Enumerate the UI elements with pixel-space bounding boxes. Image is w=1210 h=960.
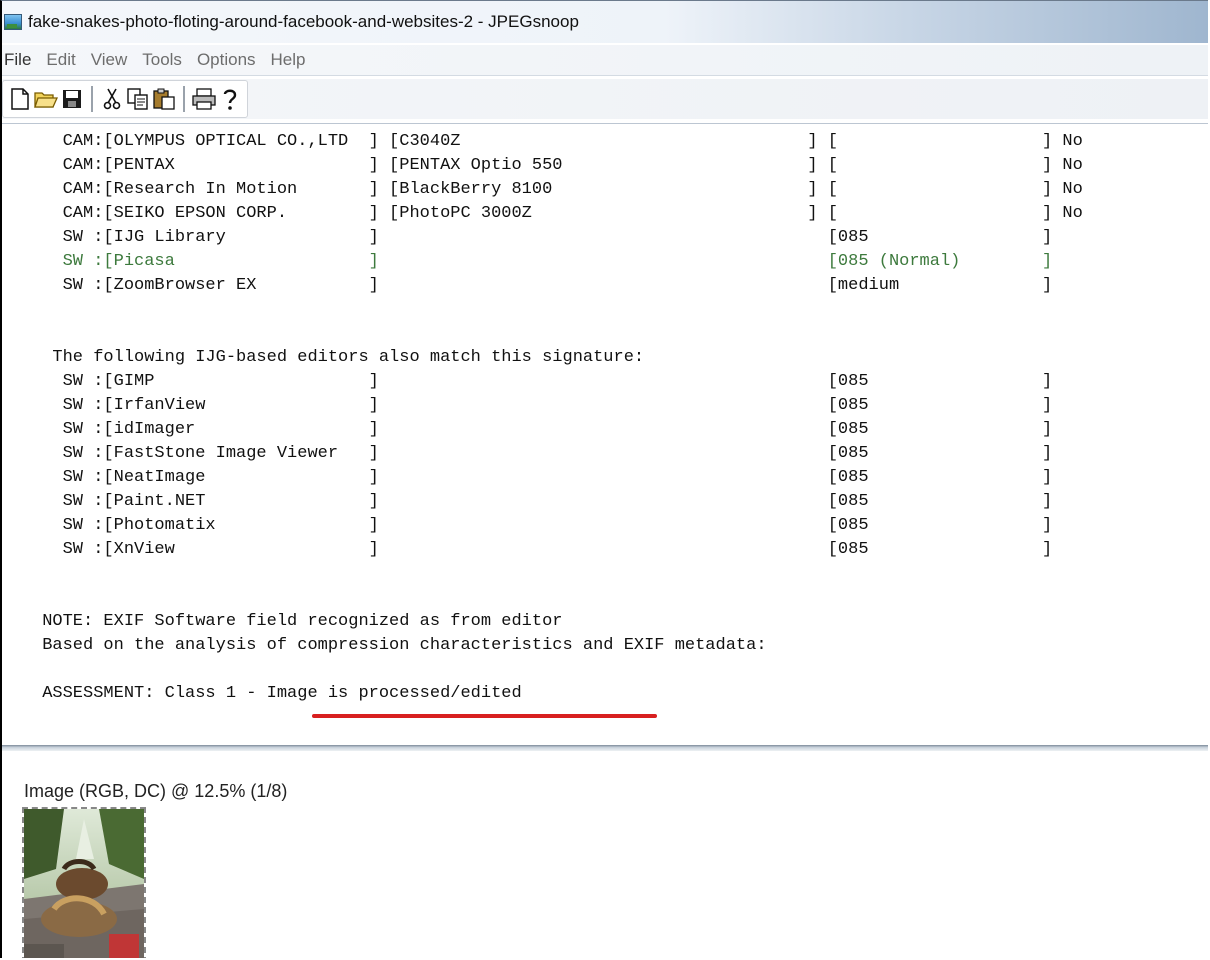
new-file-icon[interactable]: [7, 85, 33, 113]
toolbar-separator: [91, 86, 93, 112]
output-line: SW :[NeatImage ] [085 ]: [32, 468, 1053, 487]
help-icon[interactable]: [217, 85, 243, 113]
menu-options[interactable]: Options: [191, 50, 265, 70]
menu-edit[interactable]: Edit: [40, 50, 84, 70]
window-title: fake-snakes-photo-floting-around-faceboo…: [28, 12, 579, 31]
output-line: SW :[FastStone Image Viewer ] [085 ]: [32, 444, 1053, 463]
image-preview-label: Image (RGB, DC) @ 12.5% (1/8): [24, 781, 288, 801]
output-line: SW :[ZoomBrowser EX ] [medium ]: [32, 276, 1053, 295]
output-line: CAM:[SEIKO EPSON CORP. ] [PhotoPC 3000Z …: [32, 204, 1083, 223]
open-folder-icon[interactable]: [33, 85, 59, 113]
jpegsnoop-window: fake-snakes-photo-floting-around-faceboo…: [0, 0, 1208, 958]
toolbar: [2, 79, 1208, 119]
assessment-line: ASSESSMENT: Class 1 - Image is processed…: [32, 684, 522, 703]
output-line: SW :[idImager ] [085 ]: [32, 420, 1053, 439]
toolbar-separator: [183, 86, 185, 112]
output-line: The following IJG-based editors also mat…: [32, 348, 645, 367]
analysis-line: Based on the analysis of compression cha…: [32, 636, 767, 655]
output-line: SW :[Photomatix ] [085 ]: [32, 516, 1053, 535]
save-icon[interactable]: [59, 85, 85, 113]
red-underline-annotation: [312, 714, 657, 718]
output-line: CAM:[PENTAX ] [PENTAX Optio 550 ] [ ] No: [32, 156, 1083, 175]
copy-icon[interactable]: [125, 85, 151, 113]
toolbar-button-group: [2, 80, 248, 118]
image-thumbnail[interactable]: [22, 807, 146, 958]
paste-icon[interactable]: [151, 85, 177, 113]
title-bar[interactable]: fake-snakes-photo-floting-around-faceboo…: [2, 1, 1208, 43]
print-icon[interactable]: [191, 85, 217, 113]
output-line-highlighted: SW :[Picasa ] [085 (Normal) ]: [32, 252, 1053, 271]
output-line: SW :[GIMP ] [085 ]: [32, 372, 1053, 391]
cut-icon[interactable]: [99, 85, 125, 113]
menu-tools[interactable]: Tools: [136, 50, 191, 70]
output-line: SW :[IJG Library ] [085 ]: [32, 228, 1053, 247]
output-text-pane[interactable]: CAM:[OLYMPUS OPTICAL CO.,LTD ] [C3040Z ]…: [2, 123, 1208, 744]
app-icon: [4, 14, 22, 30]
output-line: CAM:[Research In Motion ] [BlackBerry 81…: [32, 180, 1083, 199]
menu-bar: File Edit View Tools Options Help: [2, 45, 1208, 76]
note-line: NOTE: EXIF Software field recognized as …: [32, 612, 563, 631]
menu-view[interactable]: View: [85, 50, 137, 70]
output-line: SW :[XnView ] [085 ]: [32, 540, 1053, 559]
output-line: SW :[IrfanView ] [085 ]: [32, 396, 1053, 415]
output-line: CAM:[OLYMPUS OPTICAL CO.,LTD ] [C3040Z ]…: [32, 132, 1083, 151]
menu-help[interactable]: Help: [265, 50, 315, 70]
menu-file[interactable]: File: [2, 50, 40, 70]
output-line: SW :[Paint.NET ] [085 ]: [32, 492, 1053, 511]
image-preview-pane: Image (RGB, DC) @ 12.5% (1/8): [2, 751, 1208, 958]
